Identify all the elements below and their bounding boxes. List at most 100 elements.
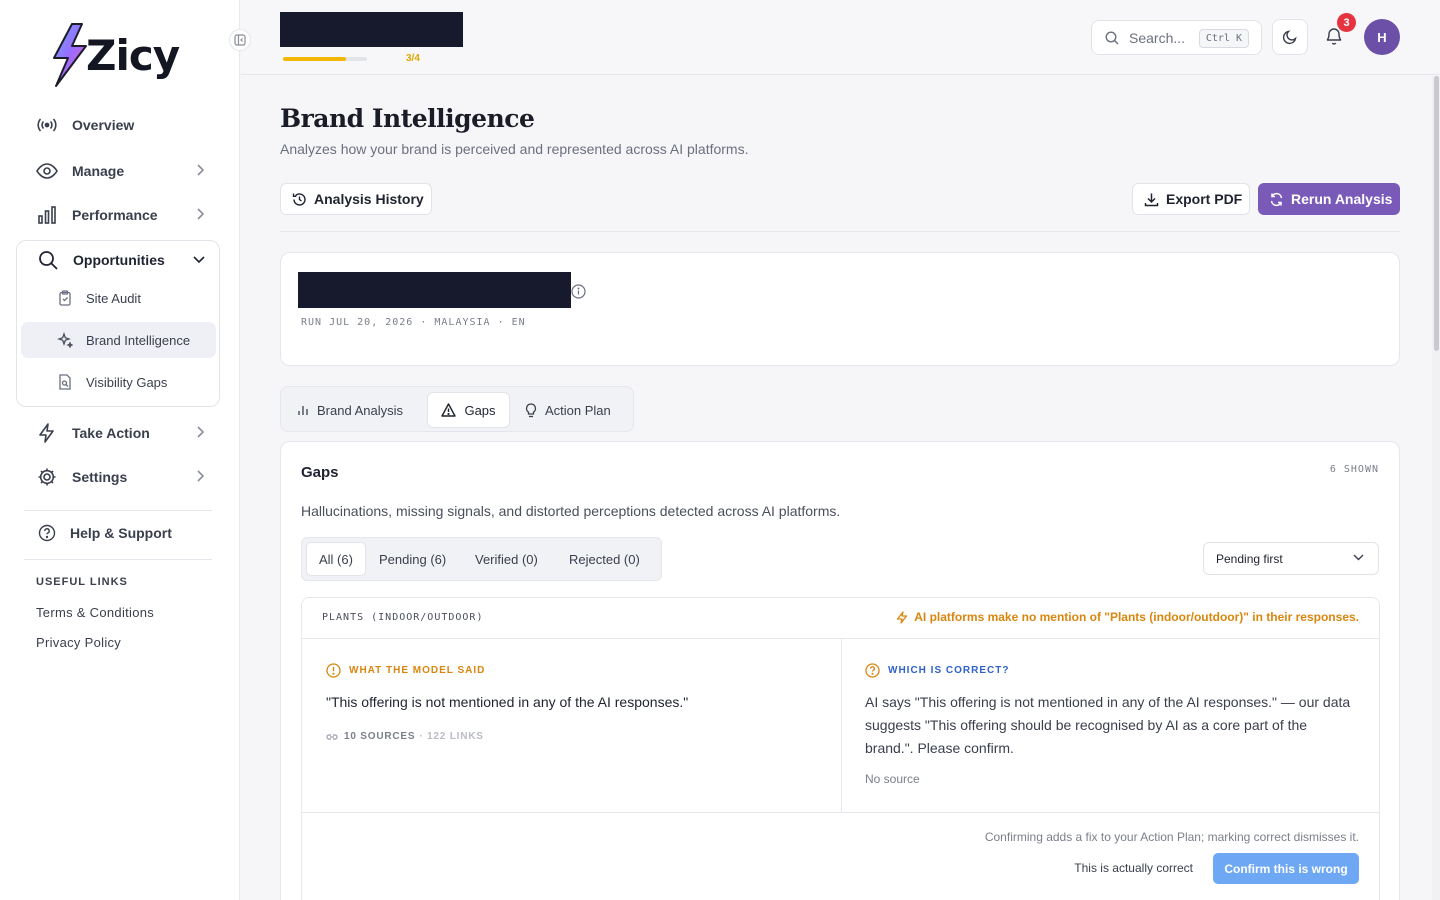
lightning-icon [896, 610, 908, 624]
progress-label: 3/4 [406, 53, 420, 64]
sidebar-item-manage[interactable]: Manage [24, 153, 216, 189]
progress-fill [283, 57, 346, 61]
history-icon [292, 192, 307, 207]
file-search-icon [57, 374, 73, 390]
help-circle-icon [865, 663, 880, 678]
no-source-label: No source [865, 772, 920, 786]
chevron-down-icon [1353, 554, 1364, 561]
main-scrollbar[interactable] [1432, 76, 1440, 900]
sidebar-item-settings[interactable]: Settings [24, 459, 216, 495]
gap-card-footer-divider [302, 812, 1379, 813]
sidebar-toggle-icon [234, 34, 246, 46]
gap-filter-tabs: All (6) Pending (6) Verified (0) Rejecte… [301, 537, 662, 581]
scrollbar-thumb[interactable] [1434, 76, 1439, 351]
export-pdf-button[interactable]: Export PDF [1132, 183, 1250, 215]
warning-icon [441, 403, 457, 417]
sidebar-group-opportunities: Opportunities Site Audit Brand Intellige… [16, 240, 220, 407]
tab-brand-analysis[interactable]: Brand Analysis [297, 392, 403, 428]
filter-pending[interactable]: Pending (6) [367, 542, 458, 576]
actually-correct-button[interactable]: This is actually correct [1074, 861, 1193, 875]
brand-name: Zicy [86, 30, 180, 80]
rerun-analysis-button[interactable]: Rerun Analysis [1258, 183, 1400, 215]
sidebar-item-opportunities[interactable]: Opportunities [25, 242, 217, 278]
link-icon [326, 733, 338, 740]
sidebar-collapse-button[interactable] [229, 29, 251, 51]
tab-action-plan[interactable]: Action Plan [525, 392, 611, 428]
confirm-wrong-button[interactable]: Confirm this is wrong [1213, 853, 1359, 884]
search-input[interactable]: Search... Ctrl K [1091, 20, 1262, 55]
brand-run-card: RUN JUL 20, 2026 · MALAYSIA · EN [280, 252, 1400, 366]
main-content: Brand Intelligence Analyzes how your bra… [241, 76, 1431, 900]
sidebar-item-performance[interactable]: Performance [24, 197, 216, 233]
search-icon [1105, 30, 1119, 44]
sidebar-subitem-brand-intelligence[interactable]: Brand Intelligence [21, 322, 216, 358]
analysis-tabs: Brand Analysis Gaps Action Plan [280, 386, 634, 432]
sources-link[interactable]: 10 SOURCES · 122 LINKS [326, 731, 484, 742]
model-quote: "This offering is not mentioned in any o… [326, 694, 689, 710]
info-icon[interactable] [571, 284, 586, 299]
theme-toggle-button[interactable] [1272, 19, 1308, 55]
filter-rejected[interactable]: Rejected (0) [557, 542, 652, 576]
sidebar: Zicy Overview Manage Performance Opportu… [0, 0, 240, 900]
rerun-analysis-label: Rerun Analysis [1291, 191, 1393, 207]
sidebar-subitem-label: Brand Intelligence [86, 332, 191, 348]
notification-badge: 3 [1337, 13, 1356, 32]
gaps-shown-count: 6 SHOWN [1329, 464, 1379, 475]
tab-label: Action Plan [545, 402, 611, 418]
export-pdf-label: Export PDF [1166, 191, 1243, 207]
model-said-text: WHAT THE MODEL SAID [349, 665, 486, 676]
sidebar-item-label: Overview [72, 117, 135, 133]
sidebar-subitem-visibility-gaps[interactable]: Visibility Gaps [21, 364, 216, 400]
sidebar-divider [24, 559, 212, 560]
sources-count: 10 SOURCES [344, 731, 416, 742]
sidebar-divider [24, 510, 212, 511]
which-correct-label: WHICH IS CORRECT? [865, 663, 1009, 678]
comparison-text: AI says "This offering is not mentioned … [865, 694, 1351, 756]
sidebar-item-help[interactable]: Help & Support [24, 515, 216, 551]
sidebar-item-label: Manage [72, 163, 125, 179]
sidebar-item-label: Settings [72, 469, 128, 485]
tab-label: Gaps [464, 402, 496, 418]
sidebar-subitem-label: Site Audit [86, 290, 141, 306]
clipboard-icon [57, 290, 73, 306]
search-shortcut: Ctrl K [1198, 29, 1249, 48]
top-bar: 3/4 Search... Ctrl K 3 H [241, 0, 1440, 75]
sidebar-item-overview[interactable]: Overview [24, 107, 216, 143]
gap-card-header: PLANTS (INDOOR/OUTDOOR) AI platforms mak… [302, 598, 1379, 639]
analysis-history-button[interactable]: Analysis History [280, 183, 432, 215]
sidebar-item-take-action[interactable]: Take Action [24, 415, 216, 451]
avatar[interactable]: H [1364, 19, 1400, 55]
footer-note: Confirming adds a fix to your Action Pla… [984, 830, 1359, 844]
sidebar-item-label: Performance [72, 207, 158, 223]
search-placeholder: Search... [1129, 29, 1186, 46]
analysis-history-label: Analysis History [314, 191, 424, 207]
gap-alert-text: AI platforms make no mention of "Plants … [914, 610, 1359, 624]
sparkles-icon [57, 332, 73, 348]
terms-link[interactable]: Terms & Conditions [36, 605, 154, 620]
sidebar-subitem-site-audit[interactable]: Site Audit [21, 280, 216, 316]
search-icon [37, 249, 59, 271]
chevron-right-icon [197, 470, 204, 482]
lightbulb-icon [525, 402, 537, 418]
privacy-link[interactable]: Privacy Policy [36, 635, 121, 650]
sidebar-item-label: Help & Support [70, 525, 172, 541]
tab-gaps[interactable]: Gaps [427, 392, 510, 428]
download-icon [1144, 192, 1159, 207]
moon-icon [1282, 30, 1297, 45]
brand-logo[interactable]: Zicy [50, 22, 180, 88]
useful-links-title: USEFUL LINKS [36, 576, 128, 588]
gaps-title: Gaps [301, 464, 339, 481]
header-divider [280, 231, 1400, 232]
sort-selected: Pending first [1216, 551, 1283, 566]
sort-select[interactable]: Pending first [1203, 542, 1379, 575]
bar-chart-icon [36, 204, 58, 226]
gap-card: PLANTS (INDOOR/OUTDOOR) AI platforms mak… [301, 597, 1380, 900]
filter-all[interactable]: All (6) [306, 542, 366, 576]
filter-verified[interactable]: Verified (0) [463, 542, 550, 576]
sidebar-item-label: Opportunities [73, 252, 165, 268]
run-metadata: RUN JUL 20, 2026 · MALAYSIA · EN [301, 317, 526, 328]
eye-icon [36, 160, 58, 182]
chevron-right-icon [197, 208, 204, 220]
gaps-panel: Gaps 6 SHOWN Hallucinations, missing sig… [280, 441, 1400, 900]
chevron-right-icon [197, 164, 204, 176]
